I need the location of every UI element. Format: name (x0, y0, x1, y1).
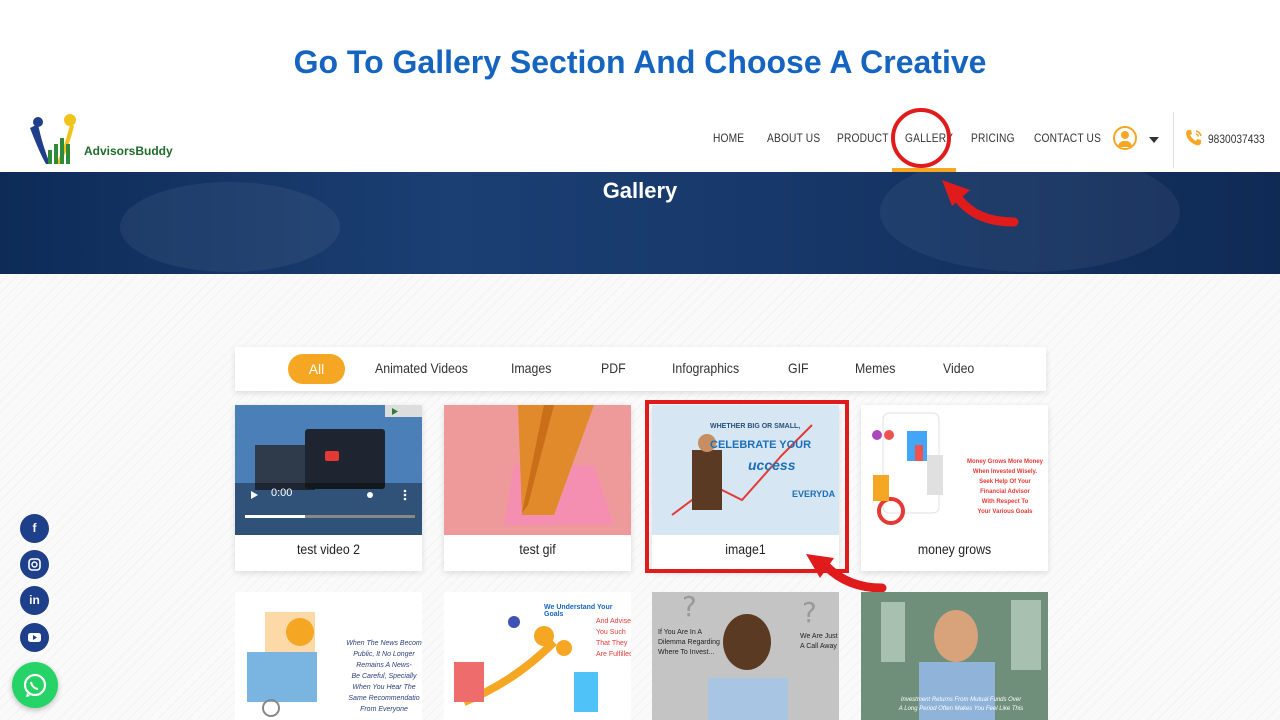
youtube-icon[interactable] (20, 623, 49, 652)
highlight-circle-gallery (891, 108, 951, 168)
nav-contact-us[interactable]: CONTACT US (1034, 131, 1101, 145)
image-thumbnail[interactable]: Money Grows More Money When Invested Wis… (861, 405, 1048, 535)
filter-memes[interactable]: Memes (855, 360, 895, 376)
nav-divider (1173, 112, 1174, 168)
brand-logo[interactable]: AdvisorsBuddy (26, 114, 186, 170)
brand-name: AdvisorsBuddy (84, 144, 173, 158)
linkedin-icon[interactable]: in (20, 586, 49, 615)
card-title: test video 2 (296, 541, 361, 557)
user-icon[interactable] (1113, 126, 1137, 150)
gallery-card-mutual-funds[interactable]: Investment Returns From Mutual Funds Ove… (861, 592, 1048, 720)
nav-home[interactable]: HOME (713, 131, 744, 145)
gallery-card-test-video-2[interactable]: 0:00 test video 2 (235, 405, 422, 571)
filter-pdf[interactable]: PDF (601, 360, 626, 376)
filter-bar: All Animated Videos Images PDF Infograph… (235, 347, 1046, 391)
filter-images[interactable]: Images (511, 360, 551, 376)
nav-product[interactable]: PRODUCT (837, 131, 889, 145)
video-thumbnail[interactable]: 0:00 (235, 405, 422, 535)
filter-infographics[interactable]: Infographics (672, 360, 739, 376)
gallery-card-goals[interactable]: We Understand Your Goals And Advise You … (444, 592, 631, 720)
filter-video[interactable]: Video (943, 360, 974, 376)
slide-title: Go To Gallery Section And Choose A Creat… (293, 44, 987, 80)
page-banner: Gallery (0, 172, 1280, 274)
gallery-section (0, 274, 1280, 720)
video-time: 0:00 (271, 487, 293, 499)
filter-gif[interactable]: GIF (788, 360, 809, 376)
gif-thumbnail[interactable] (444, 405, 631, 535)
chevron-down-icon[interactable] (1149, 137, 1159, 143)
filter-animated-videos[interactable]: Animated Videos (375, 360, 468, 376)
gallery-card-dilemma[interactable]: ? ? If You Are In A Dilemma Regarding Wh… (652, 592, 839, 720)
svg-text:?: ? (682, 592, 697, 623)
gallery-card-money-grows[interactable]: Money Grows More Money When Invested Wis… (861, 405, 1048, 571)
whatsapp-icon[interactable] (12, 662, 58, 708)
facebook-icon[interactable]: f (20, 514, 49, 543)
page-title: Gallery (602, 178, 678, 203)
slide: Go To Gallery Section And Choose A Creat… (0, 0, 1280, 720)
instagram-icon[interactable] (20, 550, 49, 579)
nav-pricing[interactable]: PRICING (971, 131, 1015, 145)
svg-text:?: ? (802, 596, 817, 629)
navbar: AdvisorsBuddy HOME ABOUT US PRODUCT GALL… (0, 104, 1280, 172)
logo-icon (30, 114, 76, 164)
filter-all[interactable]: All (288, 354, 345, 384)
phone-number[interactable]: 9830037433 (1208, 132, 1265, 146)
phone-icon (1184, 128, 1204, 153)
nav-about-us[interactable]: ABOUT US (767, 131, 820, 145)
card-title: money grows (917, 541, 992, 557)
gallery-card-test-gif[interactable]: test gif (444, 405, 631, 571)
red-arrow-icon (942, 180, 1019, 227)
card-title: test gif (519, 541, 556, 557)
gallery-card-news[interactable]: When The News Becom Public, It No Longer… (235, 592, 422, 720)
